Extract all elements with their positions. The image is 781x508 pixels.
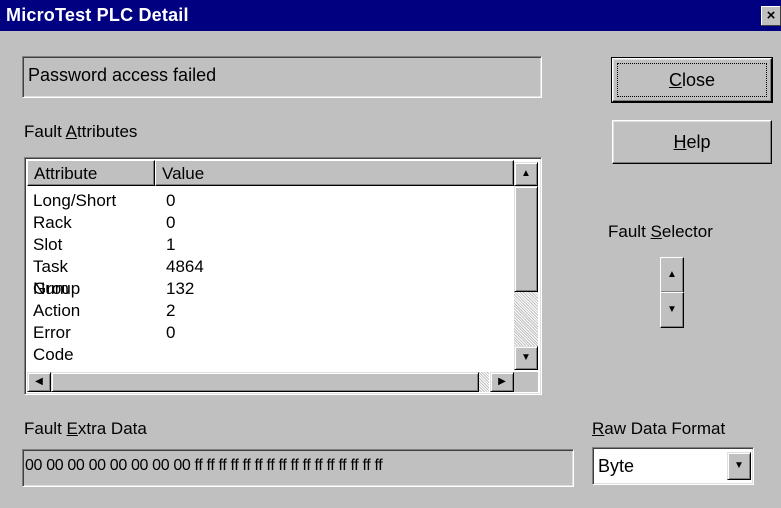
- scroll-corner: [514, 372, 538, 392]
- value-cell: 0: [166, 323, 176, 342]
- status-message: Password access failed: [28, 65, 217, 85]
- column-header-attribute[interactable]: Attribute: [27, 160, 155, 186]
- scroll-down-icon[interactable]: ▼: [514, 346, 538, 370]
- value-cell: 132: [166, 279, 195, 298]
- attribute-cell: Slot: [33, 235, 63, 254]
- spin-down-icon[interactable]: ▼: [660, 292, 684, 328]
- fault-selector-label: Fault Selector: [608, 222, 713, 241]
- horizontal-scroll-thumb[interactable]: [51, 372, 479, 392]
- title-bar: MicroTest PLC Detail ×: [0, 0, 781, 31]
- help-button-label: Help: [673, 132, 711, 152]
- raw-data-format-value: Byte: [598, 456, 635, 476]
- close-x-icon[interactable]: ×: [761, 6, 781, 26]
- scroll-right-icon[interactable]: ▶: [490, 372, 514, 392]
- value-cell: 4864: [166, 257, 204, 276]
- value-cell: 1: [166, 235, 176, 254]
- list-rows: Long/Short 0 Rack 0 Slot 1 Task Num 4864 Gro…: [27, 188, 513, 372]
- scroll-left-icon[interactable]: ◀: [27, 372, 51, 392]
- help-button[interactable]: Help: [612, 120, 772, 164]
- attribute-cell: Group: [33, 279, 81, 298]
- column-header-value[interactable]: Value: [155, 160, 514, 186]
- dropdown-arrow-icon[interactable]: ▼: [727, 452, 751, 480]
- attribute-cell: Rack: [33, 213, 72, 232]
- raw-data-format-label: Raw Data Format: [592, 419, 726, 438]
- fault-extra-data-field: 00 00 00 00 00 00 00 00 ff ff ff ff ff f…: [22, 449, 574, 487]
- focus-rect: [617, 63, 767, 97]
- fault-attributes-list[interactable]: Attribute Value Long/Short 0 Rack 0 Slot 1 …: [24, 157, 542, 395]
- scroll-up-icon[interactable]: ▲: [514, 162, 538, 186]
- attribute-cell: Action: [33, 301, 81, 320]
- window-title: MicroTest PLC Detail: [6, 5, 189, 25]
- value-cell: 2: [166, 301, 176, 320]
- value-cell: 0: [166, 213, 176, 232]
- raw-data-format-select[interactable]: Byte ▼: [592, 447, 754, 485]
- vertical-scroll-thumb[interactable]: [514, 186, 538, 292]
- status-message-box: Password access failed: [22, 56, 542, 98]
- fault-attributes-label: Fault Attributes: [24, 122, 138, 141]
- fault-extra-data-label: Fault Extra Data: [24, 419, 147, 438]
- spin-up-icon[interactable]: ▲: [660, 257, 684, 293]
- close-button[interactable]: Close: [611, 57, 773, 103]
- attribute-cell: Long/Short: [33, 191, 117, 210]
- fault-extra-data-value: 00 00 00 00 00 00 00 00 ff ff ff ff ff f…: [25, 457, 383, 474]
- attribute-cell: Error Code: [33, 323, 74, 364]
- value-cell: 0: [166, 191, 176, 210]
